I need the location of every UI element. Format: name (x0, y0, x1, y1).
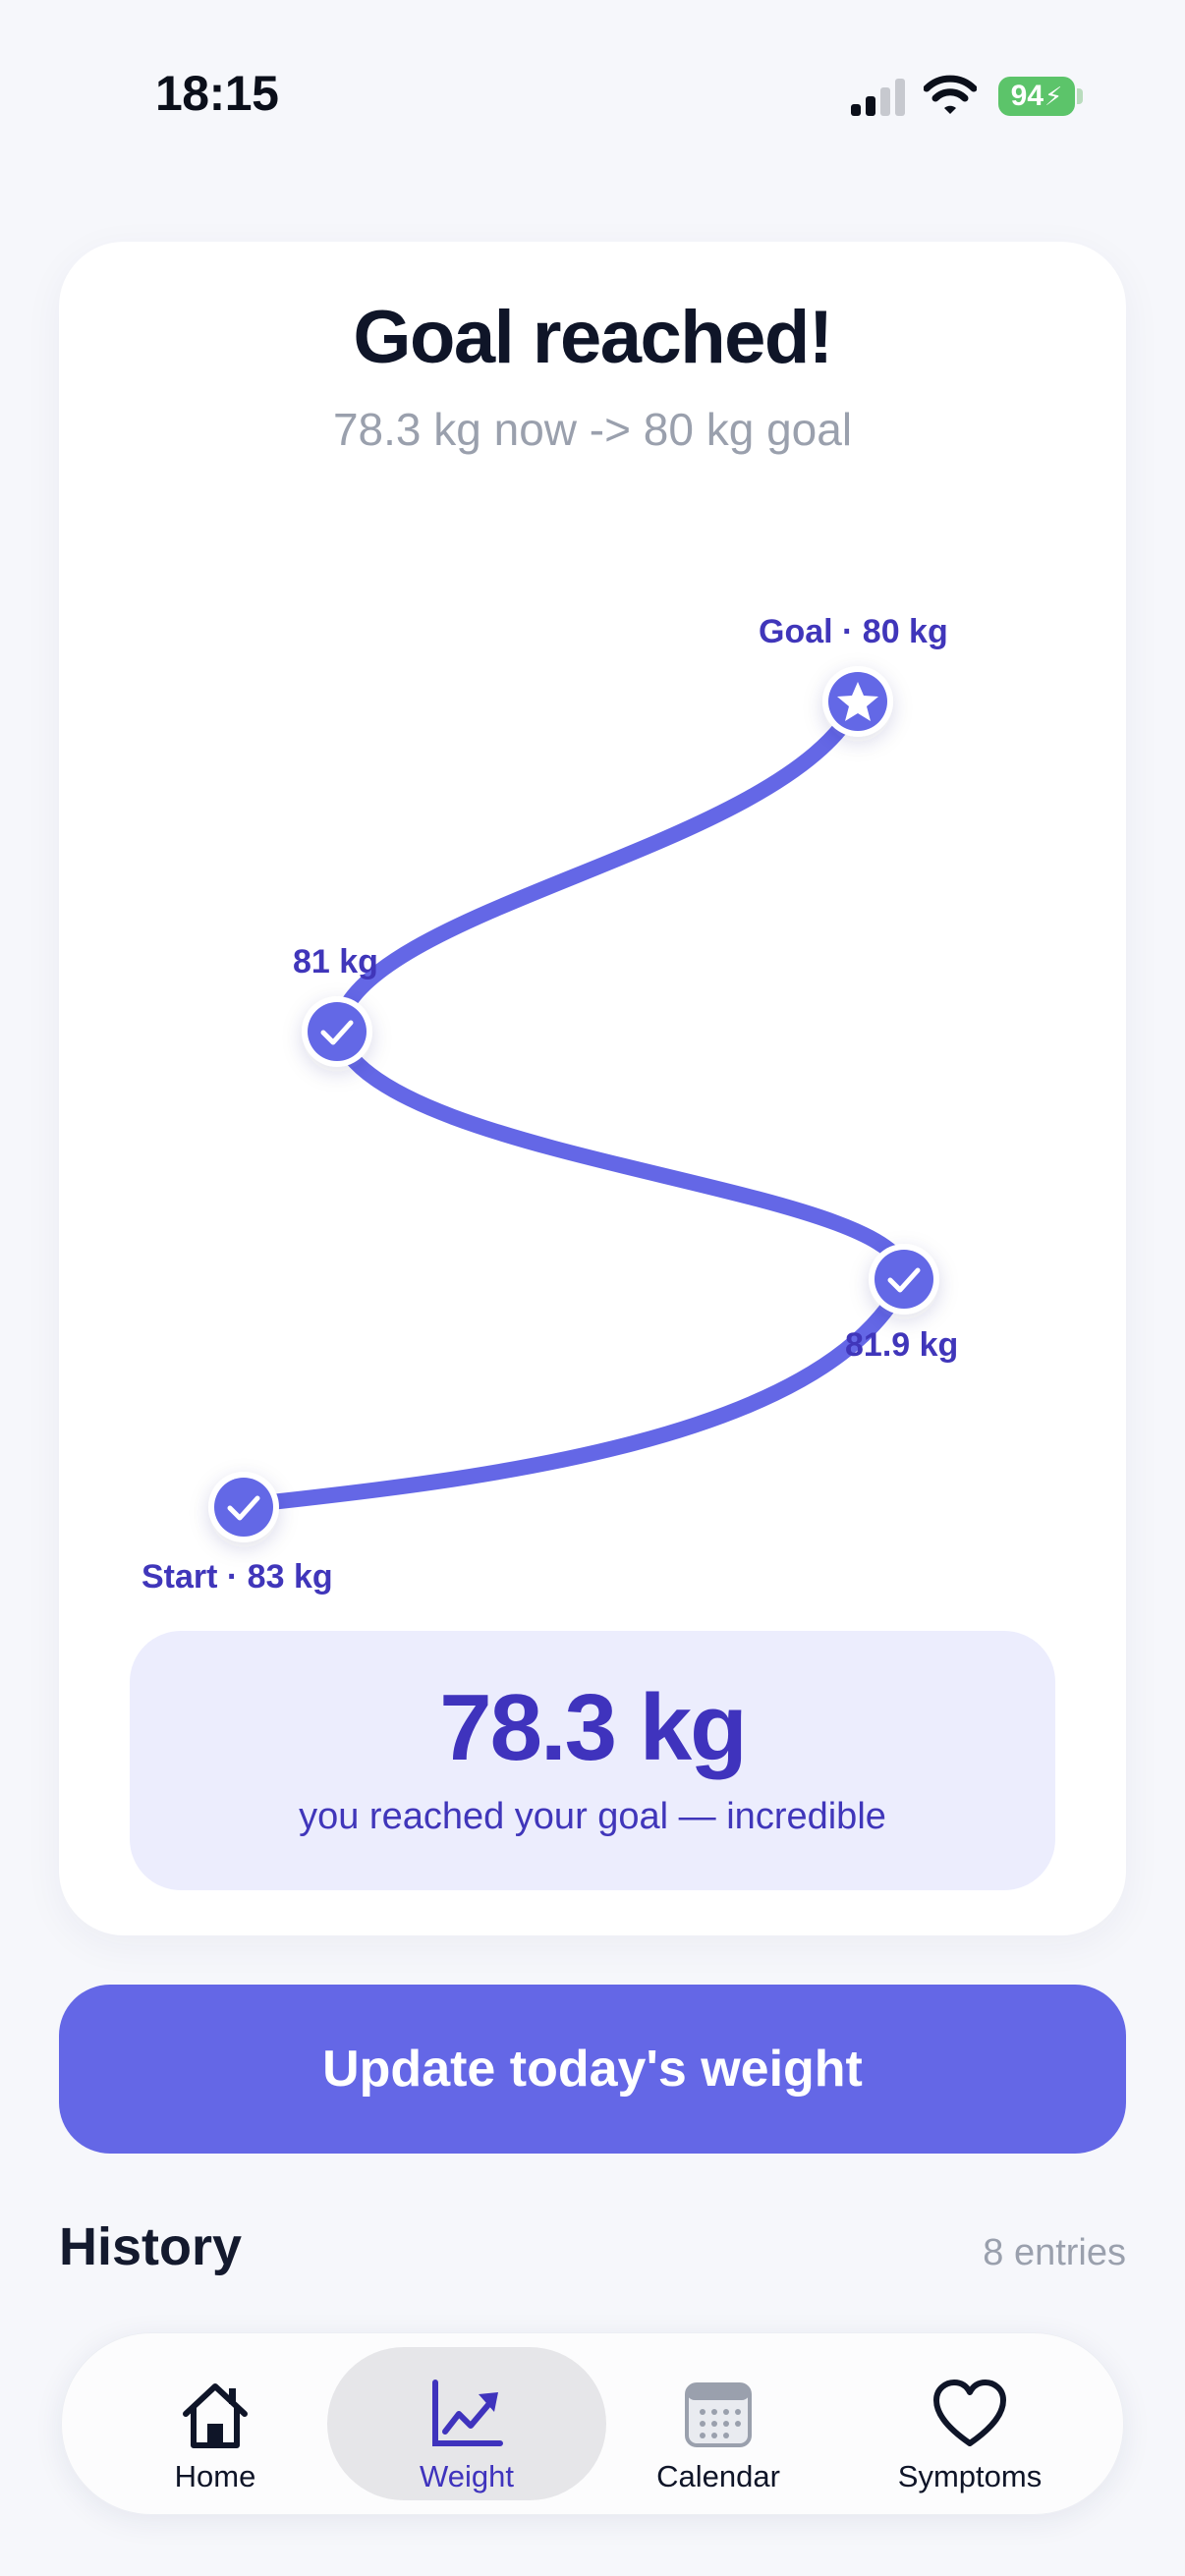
result-box: 78.3 kg you reached your goal — incredib… (130, 1631, 1055, 1890)
goal-node (822, 666, 893, 737)
tab-bar: Home Weight Calendar Symptoms (61, 2332, 1124, 2515)
calendar-icon (685, 2382, 752, 2447)
battery-cap (1077, 88, 1083, 104)
tab-calendar[interactable]: Calendar (592, 2347, 844, 2500)
milestone-label-81-9: 81.9 kg (845, 1326, 959, 1364)
status-time: 18:15 (155, 66, 279, 121)
cellular-signal-icon (851, 79, 905, 116)
tab-symptoms[interactable]: Symptoms (844, 2347, 1096, 2500)
progress-line (236, 694, 913, 1513)
tab-symptoms-label: Symptoms (897, 2459, 1043, 2493)
tab-weight[interactable]: Weight (327, 2347, 606, 2500)
milestone-node-81 (302, 996, 372, 1067)
tab-home[interactable]: Home (89, 2347, 341, 2500)
wifi-icon (924, 75, 977, 114)
heart-icon (933, 2380, 1006, 2446)
tab-calendar-label: Calendar (656, 2459, 780, 2493)
result-caption: you reached your goal — incredible (299, 1796, 886, 1837)
battery-level: 94 (1010, 80, 1044, 112)
start-node (208, 1472, 279, 1542)
weight-chart-icon (432, 2380, 503, 2446)
milestone-label-81: 81 kg (293, 943, 378, 980)
milestone-node-81-9 (869, 1244, 939, 1315)
home-icon (183, 2383, 248, 2448)
tab-home-label: Home (174, 2459, 256, 2493)
goal-card: Goal reached! 78.3 kg now -> 80 kg goal (59, 242, 1126, 1935)
battery-indicator: 94 ⚡ (998, 77, 1075, 116)
tab-weight-label: Weight (420, 2459, 514, 2493)
goal-label: Goal · 80 kg (759, 613, 948, 650)
update-weight-button[interactable]: Update today's weight (59, 1985, 1126, 2154)
history-count: 8 entries (983, 2232, 1126, 2273)
weight-screen: 18:15 94 ⚡ Goal reached! 78.3 kg now -> … (0, 0, 1185, 2576)
history-title: History (59, 2217, 243, 2276)
start-label: Start · 83 kg (141, 1558, 333, 1596)
charging-bolt-icon: ⚡ (1044, 81, 1063, 111)
current-weight: 78.3 kg (439, 1675, 748, 1780)
